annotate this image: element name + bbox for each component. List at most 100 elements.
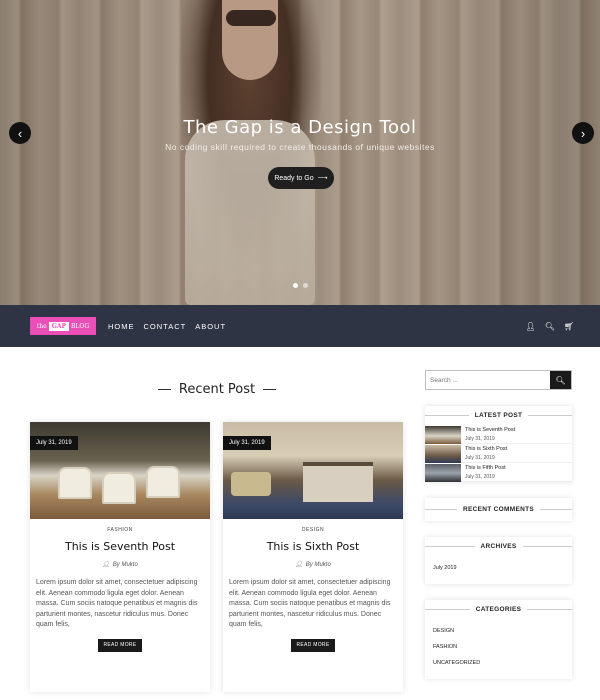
- section-title: Recent Post: [178, 382, 256, 397]
- categories-title: CATEGORIES: [475, 606, 522, 613]
- nav-link-about[interactable]: ABOUT: [195, 322, 226, 331]
- post-excerpt: Lorem ipsum dolor sit amet, consectetuer…: [36, 579, 198, 628]
- latest-post-thumbnail[interactable]: [425, 445, 461, 463]
- main-content: Recent Post July 31, 2019 FASHION This i…: [0, 347, 600, 700]
- widget-title-line: [522, 546, 572, 547]
- widget-title-line: [425, 609, 470, 610]
- post-card: July 31, 2019 DESIGN This is Sixth Post …: [223, 422, 403, 692]
- nav-links: HOME CONTACT ABOUT: [108, 322, 226, 331]
- logo-gap: GAP: [48, 321, 69, 331]
- post-date-badge: July 31, 2019: [223, 436, 271, 450]
- heading-line-left: [158, 389, 171, 390]
- widget-title: LATEST POST: [425, 406, 573, 425]
- widget-title-line: [425, 509, 458, 510]
- post-author-name[interactable]: By Mukto: [113, 562, 138, 568]
- latest-post-title: LATEST POST: [474, 412, 523, 419]
- hero-slider: The Gap is a Design Tool No coding skill…: [0, 0, 600, 305]
- heading-line-right: [263, 389, 277, 390]
- post-image[interactable]: July 31, 2019: [223, 422, 403, 519]
- latest-post-item[interactable]: This is Seventh Post July 31, 2019: [425, 425, 572, 444]
- widget-title: RECENT COMMENTS: [425, 498, 573, 521]
- post-image[interactable]: July 31, 2019: [30, 422, 210, 519]
- recent-post-heading: Recent Post: [158, 382, 277, 397]
- main-navbar: the GAP BLOG HOME CONTACT ABOUT 👤︎ 🔍︎ 🛒︎: [0, 305, 600, 347]
- post-title[interactable]: This is Seventh Post: [30, 540, 210, 553]
- latest-post-text: This is Fifth Post July 31, 2019: [465, 464, 506, 480]
- widget-title: ARCHIVES: [425, 537, 572, 556]
- search-icon[interactable]: 🔍︎: [545, 322, 555, 331]
- latest-post-thumbnail[interactable]: [425, 464, 461, 482]
- post-author: 👤︎ By Mukto: [30, 561, 210, 569]
- bed-shape: [303, 462, 373, 502]
- post-category[interactable]: DESIGN: [223, 527, 403, 533]
- latest-post-item-title[interactable]: This is Fifth Post: [465, 465, 506, 471]
- hero-title: The Gap is a Design Tool: [183, 117, 417, 138]
- slider-dots: [293, 283, 308, 288]
- read-more-button[interactable]: READ MORE: [98, 638, 142, 652]
- latest-post-text: This is Seventh Post July 31, 2019: [465, 426, 515, 442]
- chair-shape: [146, 466, 180, 498]
- user-icon: 👤︎: [295, 562, 303, 568]
- latest-post-item-title[interactable]: This is Seventh Post: [465, 427, 515, 433]
- search-icon: 🔍︎: [555, 375, 566, 385]
- widget-title-line: [425, 415, 469, 416]
- sidebar: 🔍︎ LATEST POST This is Seventh Post July…: [425, 370, 573, 679]
- slider-next-button[interactable]: ›: [572, 122, 594, 144]
- ready-to-go-label: Ready to Go: [274, 174, 314, 182]
- slider-prev-button[interactable]: ‹: [9, 122, 31, 144]
- latest-post-item-title[interactable]: This is Sixth Post: [465, 446, 507, 452]
- category-item[interactable]: DESIGN: [433, 623, 564, 639]
- user-icon: 👤︎: [102, 562, 110, 568]
- logo-blog: BLOG: [71, 322, 90, 330]
- categories-widget: CATEGORIES DESIGN FASHION UNCATEGORIZED: [425, 600, 572, 679]
- sofa-shape: [231, 472, 271, 496]
- widget-title: CATEGORIES: [425, 600, 572, 619]
- hero-subtitle: No coding skill required to create thous…: [165, 142, 435, 152]
- widget-title-line: [425, 546, 475, 547]
- nav-link-home[interactable]: HOME: [108, 322, 135, 331]
- categories-list: DESIGN FASHION UNCATEGORIZED: [425, 619, 572, 679]
- widget-title-line: [539, 509, 573, 510]
- latest-post-item[interactable]: This is Fifth Post July 31, 2019: [425, 463, 572, 482]
- logo-the: the: [36, 322, 47, 330]
- archives-title: ARCHIVES: [480, 543, 517, 550]
- search-button[interactable]: 🔍︎: [550, 371, 571, 389]
- latest-post-item-date: July 31, 2019: [465, 473, 495, 480]
- slider-dot-1[interactable]: [293, 283, 298, 288]
- chair-shape: [102, 472, 136, 504]
- site-logo[interactable]: the GAP BLOG: [30, 317, 96, 335]
- recent-comments-widget: RECENT COMMENTS: [425, 498, 573, 521]
- post-title[interactable]: This is Sixth Post: [223, 540, 403, 553]
- post-date-badge: July 31, 2019: [30, 436, 78, 450]
- chair-shape: [58, 467, 92, 499]
- search-form: 🔍︎: [425, 370, 572, 390]
- latest-post-text: This is Sixth Post July 31, 2019: [465, 445, 507, 461]
- user-icon[interactable]: 👤︎: [526, 322, 536, 331]
- post-author-name[interactable]: By Mukto: [306, 562, 331, 568]
- latest-post-list: This is Seventh Post July 31, 2019 This …: [425, 425, 572, 482]
- post-excerpt: Lorem ipsum dolor sit amet, consectetuer…: [229, 579, 391, 628]
- hero-overlay: [0, 0, 600, 305]
- latest-post-widget: LATEST POST This is Seventh Post July 31…: [425, 406, 573, 482]
- arrow-right-icon: ⟶: [317, 175, 328, 182]
- latest-post-item[interactable]: This is Sixth Post July 31, 2019: [425, 444, 572, 463]
- chevron-left-icon: ‹: [17, 125, 23, 141]
- category-item[interactable]: UNCATEGORIZED: [433, 655, 564, 671]
- search-input[interactable]: [426, 371, 550, 389]
- archives-widget: ARCHIVES July 2019: [425, 537, 572, 584]
- nav-link-contact[interactable]: CONTACT: [144, 322, 187, 331]
- widget-title-line: [528, 415, 573, 416]
- ready-to-go-button[interactable]: Ready to Go ⟶: [268, 167, 334, 189]
- slider-dot-2[interactable]: [303, 283, 308, 288]
- recent-comments-title: RECENT COMMENTS: [463, 506, 534, 513]
- post-category[interactable]: FASHION: [30, 527, 210, 533]
- read-more-button[interactable]: READ MORE: [291, 638, 335, 652]
- latest-post-thumbnail[interactable]: [425, 426, 461, 444]
- widget-title-line: [527, 609, 572, 610]
- cart-icon[interactable]: 🛒︎: [564, 322, 574, 331]
- chevron-right-icon: ›: [580, 125, 586, 141]
- archive-item[interactable]: July 2019: [433, 560, 564, 576]
- category-item[interactable]: FASHION: [433, 639, 564, 655]
- nav-icons: 👤︎ 🔍︎ 🛒︎: [526, 322, 574, 331]
- archives-list: July 2019: [425, 556, 572, 584]
